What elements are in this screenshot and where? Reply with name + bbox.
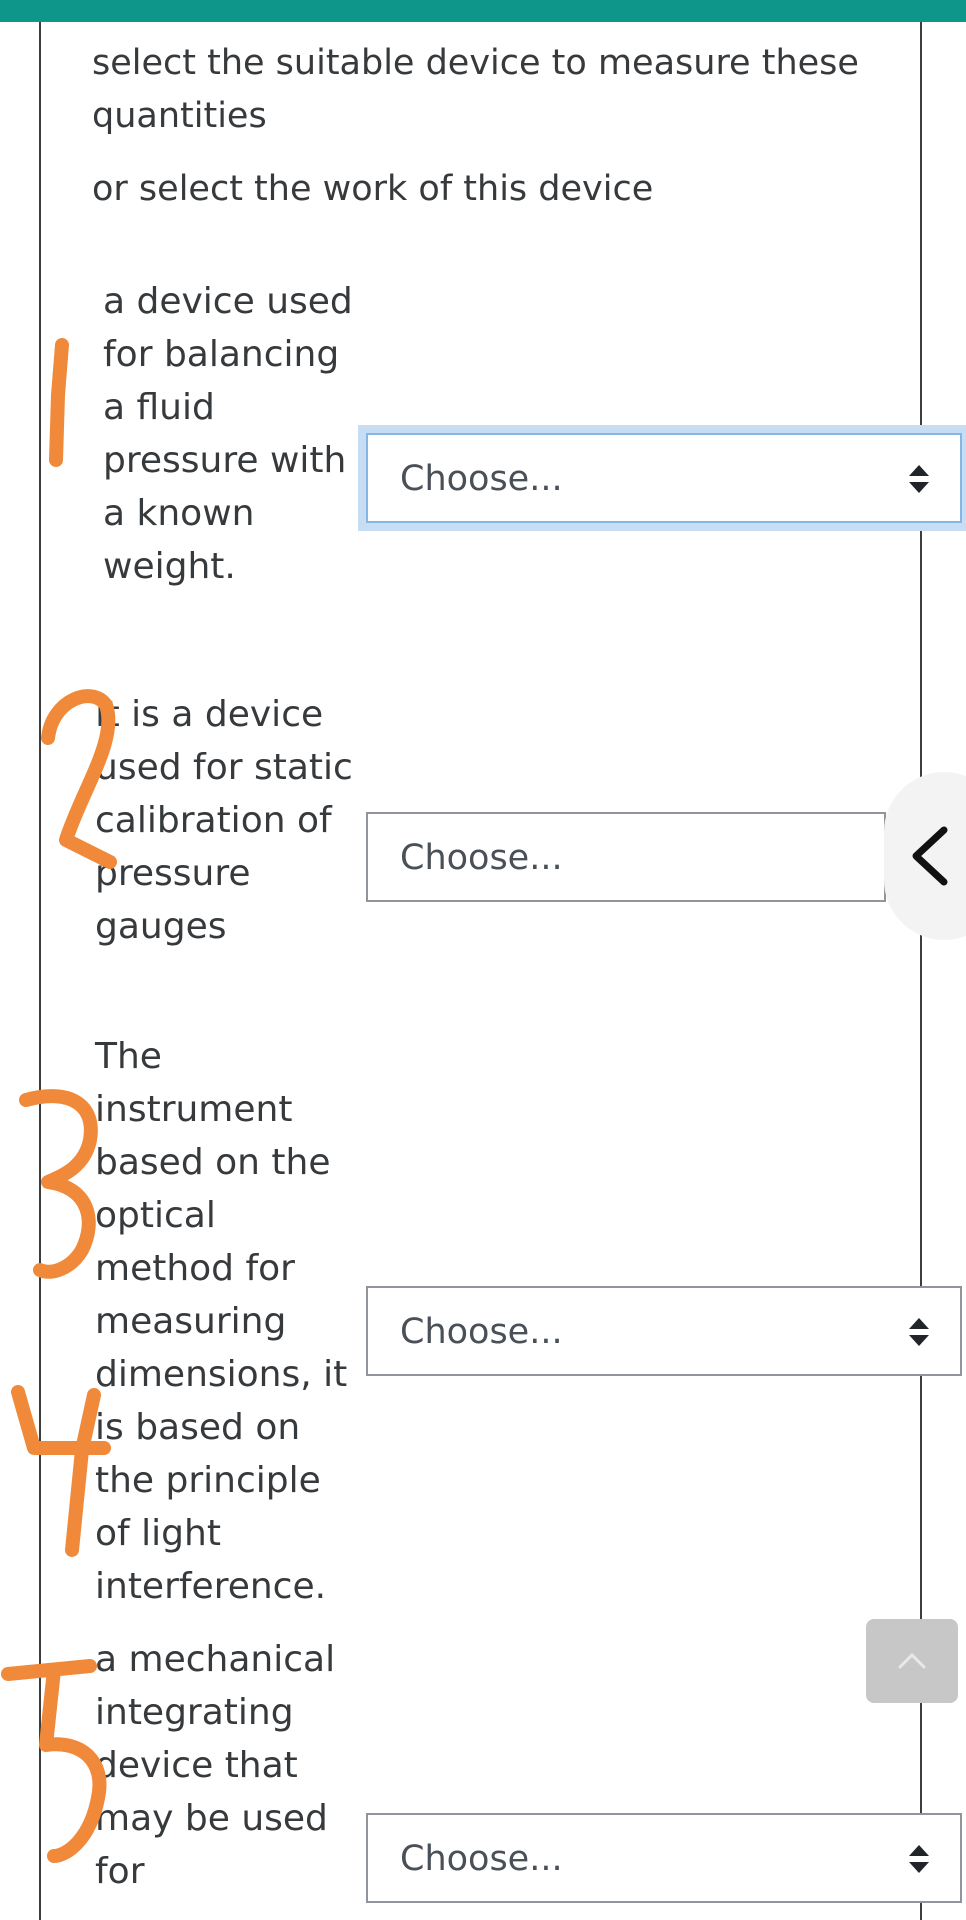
select-2-value: Choose... <box>400 838 563 878</box>
content-border-left <box>39 22 41 1920</box>
answer-select-2[interactable]: Choose... <box>366 812 886 902</box>
question-1-text: a device used for balancing a fluid pres… <box>103 281 353 587</box>
drawer-toggle-button[interactable] <box>884 772 966 940</box>
select-1-value: Choose... <box>400 459 563 499</box>
select-3-value: Choose... <box>400 1312 563 1352</box>
back-to-top-button[interactable] <box>866 1619 958 1703</box>
up-down-caret-icon <box>909 465 929 493</box>
question-instructions-alt: or select the work of this device <box>92 169 654 209</box>
top-bar <box>0 0 966 22</box>
up-down-caret-icon <box>909 1845 929 1873</box>
question-2-text: It is a device used for static calibrati… <box>95 694 353 947</box>
question-instructions: select the suitable device to measure th… <box>92 43 859 136</box>
up-down-caret-icon <box>909 1318 929 1346</box>
chevron-left-icon <box>912 826 948 886</box>
question-4-text: a mechanical integrating device that may… <box>95 1639 336 1892</box>
answer-select-3[interactable]: Choose... <box>366 1286 962 1376</box>
chevron-up-icon <box>898 1652 926 1669</box>
question-3-text: The instrument based on the optical meth… <box>95 1036 348 1607</box>
answer-select-1[interactable]: Choose... <box>366 433 962 523</box>
select-4-value: Choose... <box>400 1839 563 1879</box>
answer-select-4[interactable]: Choose... <box>366 1813 962 1903</box>
